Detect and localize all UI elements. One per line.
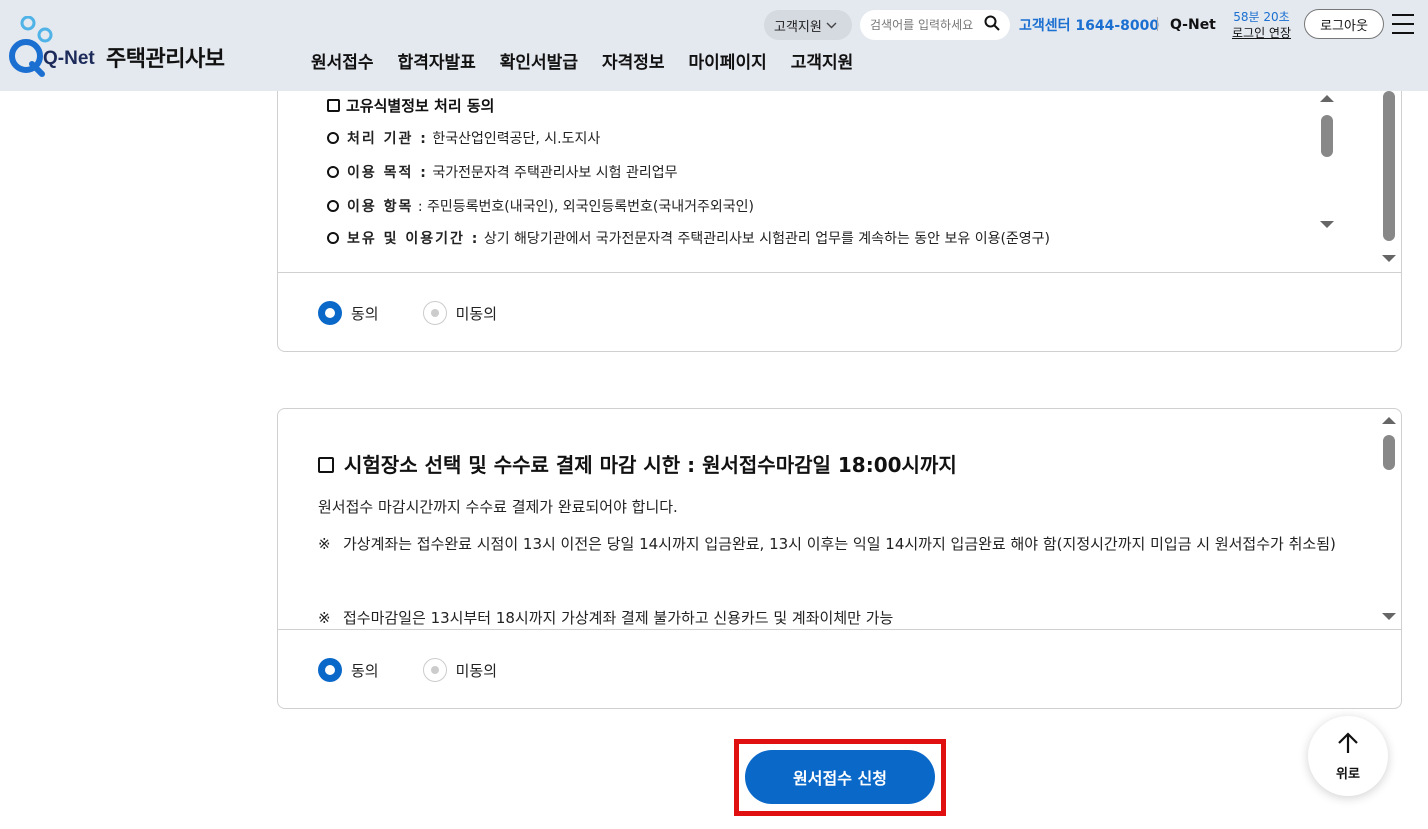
session-remaining: 58분 20초 bbox=[1233, 10, 1290, 24]
logout-button[interactable]: 로그아웃 bbox=[1304, 9, 1384, 39]
hamburger-menu-icon[interactable] bbox=[1392, 14, 1414, 34]
search-input[interactable] bbox=[870, 18, 978, 32]
nav-item-mypage[interactable]: 마이페이지 bbox=[689, 48, 767, 73]
privacy-terms-scroll[interactable]: 고유식별정보 처리 동의 처리 기관 : 한국산업인력공단, 시.도지사 이용 … bbox=[278, 61, 1401, 273]
nav-item-certificate[interactable]: 확인서발급 bbox=[500, 48, 578, 73]
main-nav: 원서접수 합격자발표 확인서발급 자격정보 마이페이지 고객지원 bbox=[311, 48, 853, 73]
page-scrollbar[interactable] bbox=[1380, 91, 1396, 271]
nav-item-application[interactable]: 원서접수 bbox=[311, 48, 374, 73]
scroll-to-top-button[interactable]: 위로 bbox=[1308, 716, 1388, 796]
disagree-option[interactable]: 미동의 bbox=[422, 301, 497, 325]
agree-option[interactable]: 동의 bbox=[318, 301, 379, 325]
scrollbar-thumb[interactable] bbox=[1383, 435, 1395, 470]
scroll-up-arrow-icon[interactable] bbox=[1382, 417, 1396, 424]
search-box bbox=[860, 10, 1010, 40]
disagree-option[interactable]: 미동의 bbox=[422, 658, 497, 682]
inner-scrollbar[interactable] bbox=[1318, 95, 1336, 235]
reference-mark-icon: ※ bbox=[318, 535, 331, 553]
deadline-paragraph: 원서접수 마감시간까지 수수료 결제가 완료되어야 합니다. bbox=[318, 498, 678, 516]
page-scrollbar-thumb[interactable] bbox=[1383, 91, 1395, 241]
customer-center-phone[interactable]: 고객센터 1644-8000 bbox=[1019, 10, 1159, 40]
scrollbar-thumb[interactable] bbox=[1321, 115, 1333, 157]
square-bullet-icon bbox=[318, 457, 334, 473]
divider bbox=[1157, 17, 1158, 31]
agree-option[interactable]: 동의 bbox=[318, 658, 379, 682]
session-timer: 58분 20초 로그인 연장 bbox=[1232, 9, 1291, 41]
privacy-row: 이용 항목 : 주민등록번호(내국인), 외국인등록번호(국내거주외국인) bbox=[327, 196, 754, 216]
circle-bullet-icon bbox=[327, 132, 339, 144]
inner-scrollbar[interactable] bbox=[1380, 417, 1398, 624]
circle-bullet-icon bbox=[327, 232, 339, 244]
radio-selected[interactable] bbox=[318, 658, 342, 682]
session-extend-link[interactable]: 로그인 연장 bbox=[1232, 25, 1291, 41]
arrow-up-icon bbox=[1337, 731, 1359, 759]
privacy-row: 처리 기관 : 한국산업인력공단, 시.도지사 bbox=[327, 128, 600, 148]
deadline-note: ※ 가상계좌는 접수완료 시점이 13시 이전은 당일 14시까지 입금완료, … bbox=[318, 531, 1338, 558]
logo-text: Q-Net bbox=[43, 48, 95, 69]
search-icon[interactable] bbox=[984, 15, 1000, 35]
submit-application-button[interactable]: 원서접수 신청 bbox=[745, 750, 935, 804]
radio-unselected[interactable] bbox=[422, 658, 447, 682]
scroll-down-arrow-icon[interactable] bbox=[1382, 255, 1396, 262]
scroll-down-arrow-icon[interactable] bbox=[1320, 221, 1334, 228]
scroll-to-top-label: 위로 bbox=[1336, 766, 1360, 782]
support-dropdown[interactable]: 고객지원 bbox=[764, 10, 852, 40]
chevron-down-icon bbox=[826, 18, 837, 33]
privacy-title: 고유식별정보 처리 동의 bbox=[327, 95, 494, 116]
deadline-consent-card: 시험장소 선택 및 수수료 결제 마감 시한 : 원서접수마감일 18:00시까… bbox=[277, 408, 1402, 709]
privacy-consent-card: 고유식별정보 처리 동의 처리 기관 : 한국산업인력공단, 시.도지사 이용 … bbox=[277, 60, 1402, 352]
scroll-down-arrow-icon[interactable] bbox=[1382, 613, 1396, 620]
deadline-note: ※ 접수마감일은 13시부터 18시까지 가상계좌 결제 불가하고 신용카드 및… bbox=[318, 605, 1338, 629]
support-dropdown-label: 고객지원 bbox=[774, 19, 822, 35]
privacy-consent-radio-group: 동의 미동의 bbox=[318, 301, 497, 325]
site-name[interactable]: 주택관리사보 bbox=[106, 41, 225, 73]
site-header: Q-Net 주택관리사보 원서접수 합격자발표 확인서발급 자격정보 마이페이지… bbox=[0, 0, 1428, 91]
scroll-up-arrow-icon[interactable] bbox=[1320, 95, 1334, 102]
qnet-link[interactable]: Q-Net bbox=[1170, 10, 1216, 40]
nav-item-qualification-info[interactable]: 자격정보 bbox=[602, 48, 665, 73]
nav-item-support[interactable]: 고객지원 bbox=[791, 48, 854, 73]
radio-selected[interactable] bbox=[318, 301, 342, 325]
circle-bullet-icon bbox=[327, 166, 339, 178]
circle-bullet-icon bbox=[327, 200, 339, 212]
radio-unselected[interactable] bbox=[422, 301, 447, 325]
deadline-title: 시험장소 선택 및 수수료 결제 마감 시한 : 원서접수마감일 18:00시까… bbox=[318, 449, 957, 478]
qnet-logo[interactable]: Q-Net bbox=[6, 15, 96, 80]
deadline-consent-radio-group: 동의 미동의 bbox=[318, 658, 497, 682]
square-bullet-icon bbox=[327, 99, 340, 112]
privacy-row: 보유 및 이용기간 : 상기 해당기관에서 국가전문자격 주택관리사보 시험관리… bbox=[327, 228, 1050, 248]
reference-mark-icon: ※ bbox=[318, 609, 331, 627]
privacy-row: 이용 목적 : 국가전문자격 주택관리사보 시험 관리업무 bbox=[327, 162, 678, 182]
deadline-terms-scroll[interactable]: 시험장소 선택 및 수수료 결제 마감 시한 : 원서접수마감일 18:00시까… bbox=[278, 409, 1401, 630]
nav-item-results[interactable]: 합격자발표 bbox=[398, 48, 476, 73]
